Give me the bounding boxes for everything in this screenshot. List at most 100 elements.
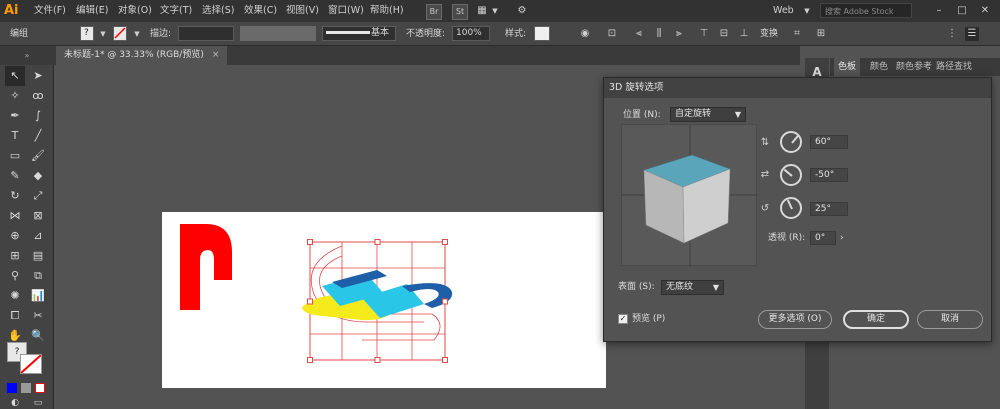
align-left-icon[interactable]: ⫷ [632, 27, 646, 41]
magic-wand-tool-icon[interactable]: ✧ [5, 86, 25, 106]
stroke-weight-input[interactable] [178, 26, 234, 41]
type-tool-icon[interactable]: T [5, 126, 25, 146]
workspace-switcher[interactable]: Web [773, 3, 794, 18]
align-bottom-icon[interactable]: ⊥ [737, 27, 751, 41]
cancel-button[interactable]: 取消 [917, 310, 983, 329]
menu-effect[interactable]: 效果(C) [244, 0, 277, 22]
align-center-icon[interactable]: ⫼ [652, 27, 666, 41]
menu-help[interactable]: 帮助(H) [370, 0, 404, 22]
lasso-tool-icon[interactable]: ꝏ [28, 86, 48, 106]
x-axis-rotate-icon: ⇅ [760, 137, 770, 148]
eyedropper-tool-icon[interactable]: ⚲ [5, 266, 25, 286]
y-rotation-dial[interactable] [780, 164, 802, 186]
x-rotation-input[interactable]: 60° [810, 135, 848, 149]
rectangle-tool-icon[interactable]: ▭ [5, 146, 25, 166]
close-window-icon[interactable]: ✕ [978, 4, 992, 18]
rotation-preview-cube[interactable] [621, 124, 758, 267]
slice-tool-icon[interactable]: ✂ [28, 306, 48, 326]
z-rotation-input[interactable]: 25° [810, 202, 848, 216]
tab-color[interactable]: 颜色 [870, 58, 888, 76]
fill-swatch[interactable]: ? [80, 26, 94, 41]
paintbrush-tool-icon[interactable]: 🖌 [28, 146, 48, 166]
curvature-tool-icon[interactable]: ∫ [28, 106, 48, 126]
eraser-tool-icon[interactable]: ◆ [28, 166, 48, 186]
y-rotation-input[interactable]: -50° [810, 168, 848, 182]
position-select[interactable]: 自定旋转 ▼ [670, 107, 746, 122]
shaper-tool-icon[interactable]: ✎ [5, 166, 25, 186]
zoom-tool-icon[interactable]: 🔍 [28, 326, 48, 346]
width-tool-icon[interactable]: ⋈ [5, 206, 25, 226]
line-tool-icon[interactable]: ╱ [28, 126, 48, 146]
selection-tool-icon[interactable]: ↖ [5, 66, 25, 86]
stroke-swatch[interactable] [113, 26, 127, 41]
puppet-warp-icon[interactable]: ⊞ [814, 27, 828, 41]
shape-builder-tool-icon[interactable]: ⊕ [5, 226, 25, 246]
menu-file[interactable]: 文件(F) [34, 0, 66, 22]
align-to-icon[interactable]: ⊡ [605, 27, 619, 41]
align-middle-icon[interactable]: ⊟ [717, 27, 731, 41]
tab-swatches[interactable]: 色板 [834, 58, 861, 76]
minimize-icon[interactable]: – [932, 4, 946, 18]
menu-window[interactable]: 窗口(W) [328, 0, 364, 22]
stock-icon[interactable]: St [452, 4, 468, 20]
column-graph-tool-icon[interactable]: 📊 [28, 286, 48, 306]
chevron-down-icon[interactable]: ▼ [488, 4, 502, 18]
mesh-tool-icon[interactable]: ⊞ [5, 246, 25, 266]
color-mode-icon[interactable] [7, 383, 17, 393]
gradient-tool-icon[interactable]: ▤ [28, 246, 48, 266]
symbol-sprayer-tool-icon[interactable]: ✺ [5, 286, 25, 306]
none-mode-icon[interactable] [35, 383, 45, 393]
maximize-icon[interactable]: □ [955, 4, 969, 18]
opacity-input[interactable]: 100% [452, 26, 490, 41]
preview-checkbox[interactable]: ✓ [618, 314, 628, 324]
tab-color-guide[interactable]: 颜色参考 [896, 58, 932, 76]
draw-mode-icon[interactable]: ◐ [5, 398, 25, 409]
toolbar-grip[interactable]: » [0, 46, 54, 65]
bridge-icon[interactable]: Br [426, 4, 442, 20]
rotate-tool-icon[interactable]: ↻ [5, 186, 25, 206]
workspace-chevron-icon[interactable]: ▼ [800, 4, 814, 18]
pen-tool-icon[interactable]: ✒ [5, 106, 25, 126]
x-rotation-dial[interactable] [780, 131, 802, 153]
fill-chevron-icon[interactable]: ▼ [96, 27, 110, 41]
stock-search-input[interactable]: 搜索 Adobe Stock [820, 3, 912, 18]
tab-pathfinder[interactable]: 路径查找 [936, 58, 972, 76]
brush-definition[interactable]: 基本 [322, 26, 396, 41]
position-value: 自定旋转 [675, 109, 712, 119]
screen-mode-icon[interactable]: ▭ [28, 398, 48, 409]
variable-width-profile[interactable] [240, 26, 316, 41]
panel-menu-icon[interactable]: ☰ [965, 27, 979, 41]
direct-selection-tool-icon[interactable]: ➤ [28, 66, 48, 86]
scale-tool-icon[interactable]: ⤢ [28, 186, 48, 206]
gpu-performance-icon[interactable]: ⚙ [515, 4, 529, 18]
free-transform-tool-icon[interactable]: ⊠ [28, 206, 48, 226]
align-right-icon[interactable]: ⫸ [672, 27, 686, 41]
z-rotation-dial[interactable] [780, 197, 802, 219]
menu-select[interactable]: 选择(S) [202, 0, 234, 22]
stroke-chevron-icon[interactable]: ▼ [130, 27, 144, 41]
menu-view[interactable]: 视图(V) [286, 0, 319, 22]
gradient-mode-icon[interactable] [21, 383, 31, 393]
align-top-icon[interactable]: ⊤ [697, 27, 711, 41]
perspective-grid-tool-icon[interactable]: ⊿ [28, 226, 48, 246]
menu-type[interactable]: 文字(T) [160, 0, 192, 22]
more-options-button[interactable]: 更多选项 (O) [758, 310, 832, 329]
arrange-documents-icon[interactable]: ▦ [475, 4, 489, 18]
artboard[interactable] [162, 212, 606, 388]
ok-button[interactable]: 确定 [843, 310, 909, 329]
menu-edit[interactable]: 编辑(E) [76, 0, 108, 22]
recolor-artwork-icon[interactable]: ◉ [578, 27, 592, 41]
stroke-color-icon[interactable] [20, 354, 42, 374]
perspective-input[interactable]: 0° [810, 231, 836, 245]
surface-select[interactable]: 无底纹 ▼ [661, 280, 724, 295]
arrange-icon[interactable]: ⋮ [945, 27, 959, 41]
perspective-arrow-icon[interactable]: › [840, 231, 844, 245]
close-tab-icon[interactable]: × [212, 50, 220, 60]
document-tab[interactable]: 未标题-1* @ 33.33% (RGB/预览) × [56, 46, 228, 65]
graphic-style-swatch[interactable] [534, 26, 550, 41]
artboard-tool-icon[interactable]: ⧠ [5, 306, 25, 326]
isolate-group-icon[interactable]: ⌗ [790, 27, 804, 41]
blend-tool-icon[interactable]: ⧉ [28, 266, 48, 286]
menu-object[interactable]: 对象(O) [118, 0, 152, 22]
transform-link[interactable]: 变换 [760, 27, 778, 41]
